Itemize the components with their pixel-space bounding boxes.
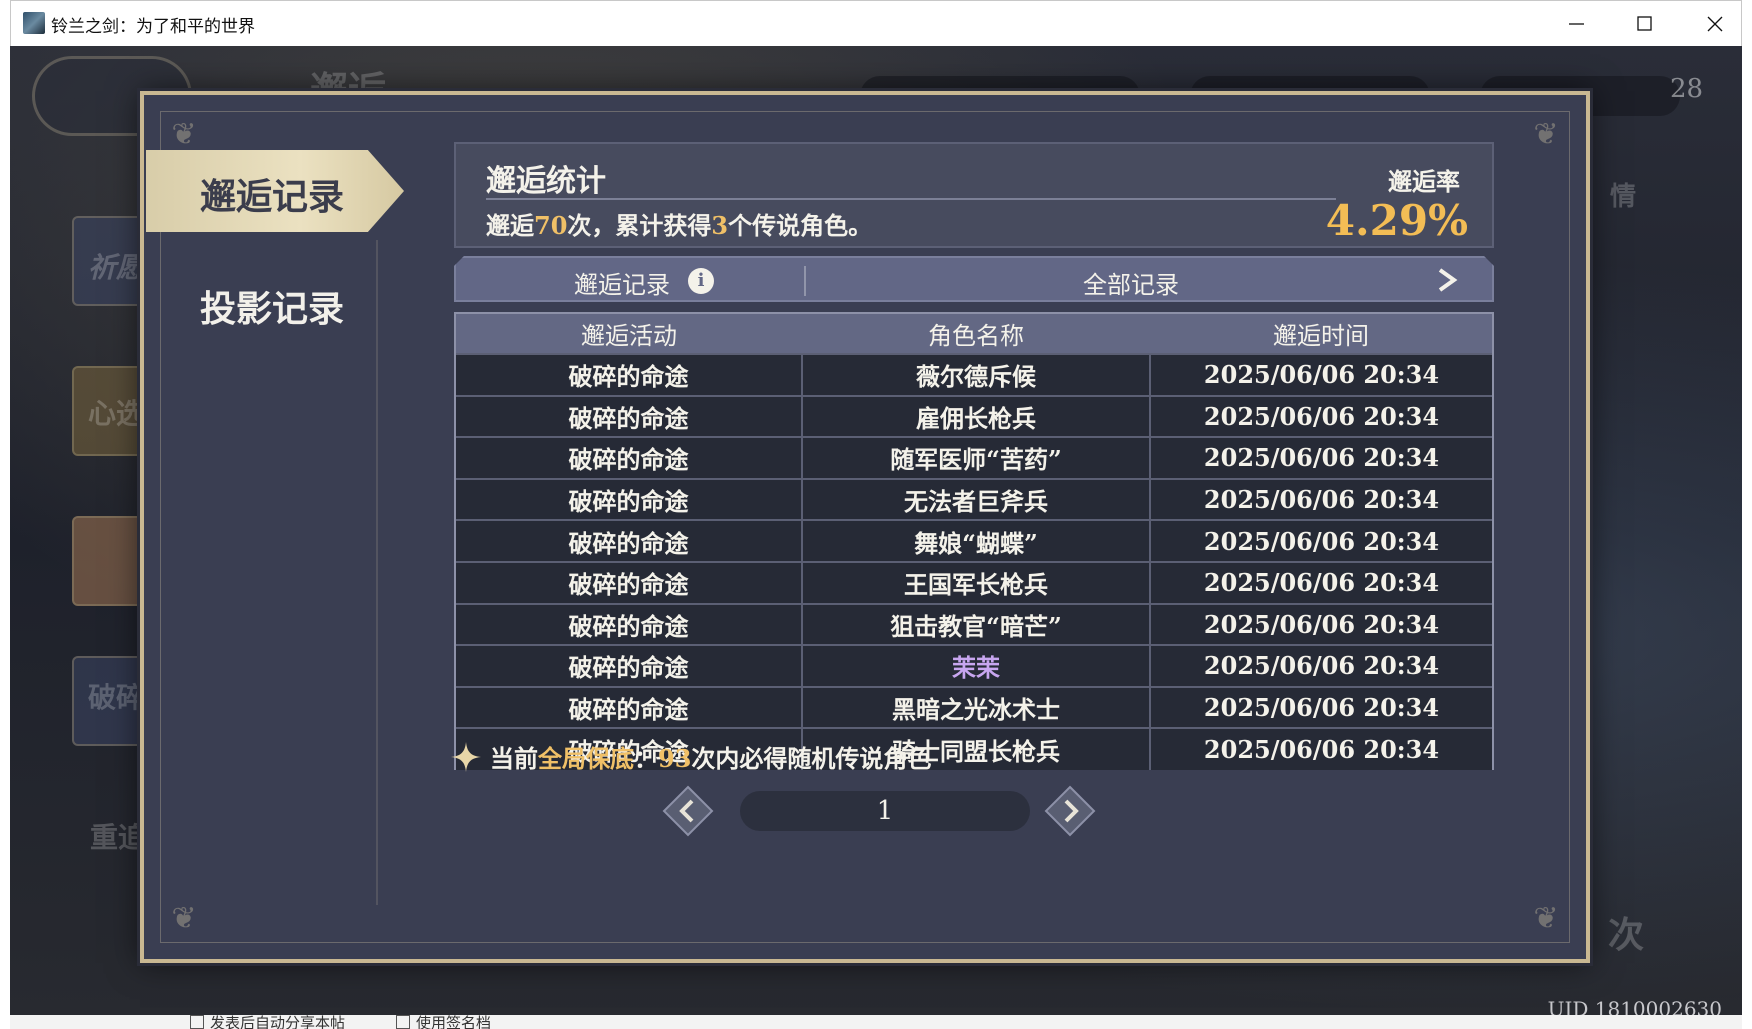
cell-time: 2025/06/06 20:34: [1149, 560, 1492, 604]
corner-ornament: ❦: [171, 117, 197, 152]
signature-option[interactable]: 使用签名档: [396, 1012, 491, 1029]
bg-currency-value: 28: [1670, 74, 1704, 104]
cell-character-name: 薇尔德斥候: [801, 353, 1150, 396]
tab-projection-records[interactable]: 投影记录: [200, 280, 344, 332]
minimize-icon: [1569, 23, 1584, 25]
gacha-history-dialog: ❦ ❦ ❦ ❦ 邂逅记录 投影记录 邂逅统计 邂逅70次，累计获得3个传说角色。…: [140, 91, 1590, 963]
rate-label: 邂逅率: [1388, 167, 1460, 196]
next-page-button[interactable]: [1044, 785, 1096, 837]
table-row: 破碎的命途 薇尔德斥候 2025/06/06 20:34: [456, 353, 1492, 396]
filter-label: 邂逅记录: [574, 271, 670, 299]
cell-time: 2025/06/06 20:34: [1149, 519, 1492, 562]
cell-activity: 破碎的命途: [456, 602, 802, 646]
rate-value: 4.29%: [1325, 196, 1468, 245]
table-row: 破碎的命途 黑暗之光冰术士 2025/06/06 20:34: [456, 685, 1492, 729]
stats-title: 邂逅统计: [486, 164, 606, 199]
info-icon[interactable]: i: [688, 268, 714, 294]
cell-character-name: 黑暗之光冰术士: [801, 685, 1150, 729]
encounter-count: 70: [534, 211, 568, 240]
records-table: 邂逅活动 角色名称 邂逅时间 破碎的命途 薇尔德斥候 2025/06/06 20…: [454, 312, 1494, 770]
bg-draw-label: 次: [1608, 914, 1645, 956]
cell-time: 2025/06/06 20:34: [1149, 644, 1492, 687]
tab-encounter-records[interactable]: 邂逅记录: [146, 150, 404, 232]
bg-banner-label: 祈愿: [88, 251, 145, 284]
cell-time: 2025/06/06 20:34: [1149, 477, 1492, 521]
cell-character-name: 王国军长枪兵: [801, 560, 1150, 604]
table-header-row: 邂逅活动 角色名称 邂逅时间: [456, 314, 1492, 354]
encounter-stats-panel: 邂逅统计 邂逅70次，累计获得3个传说角色。 邂逅率 4.29%: [454, 142, 1494, 248]
cell-character-name: 随军医师“苦药”: [801, 436, 1150, 479]
window-titlebar: 铃兰之剑：为了和平的世界: [10, 0, 1742, 46]
table-row: 破碎的命途 狙击教官“暗芒” 2025/06/06 20:34: [456, 602, 1492, 646]
minimize-button[interactable]: [1544, 1, 1610, 47]
cell-time: 2025/06/06 20:34: [1149, 685, 1492, 729]
auto-share-option[interactable]: 发表后自动分享本帖: [190, 1012, 345, 1029]
maximize-button[interactable]: [1612, 1, 1678, 47]
bg-side-label: 情: [1610, 182, 1637, 212]
filter-separator: [804, 266, 806, 296]
table-row: 破碎的命途 无法者巨斧兵 2025/06/06 20:34: [456, 477, 1492, 521]
cell-activity: 破碎的命途: [456, 394, 802, 438]
cell-time: 2025/06/06 20:34: [1149, 727, 1492, 770]
table-row: 破碎的命途 王国军长枪兵 2025/06/06 20:34: [456, 560, 1492, 604]
close-icon: [1707, 16, 1723, 32]
sparkle-icon: [451, 742, 481, 772]
table-row: 破碎的命途 舞娘“蝴蝶” 2025/06/06 20:34: [456, 519, 1492, 562]
chevron-right-icon[interactable]: [1436, 267, 1458, 293]
bg-banner-label: 心选: [88, 397, 145, 430]
record-filter-bar: 邂逅记录 i 全部记录: [454, 256, 1494, 302]
tab-label: 邂逅记录: [200, 176, 345, 218]
table-row: 破碎的命途 随军医师“苦药” 2025/06/06 20:34: [456, 436, 1492, 479]
legend-count: 3: [711, 211, 729, 240]
pity-type: 全局保底: [538, 744, 634, 773]
tab-divider: [376, 240, 378, 905]
corner-ornament: ❦: [171, 901, 197, 936]
prev-page-button[interactable]: [662, 785, 714, 837]
column-header-activity: 邂逅活动: [581, 322, 677, 350]
pity-count: 93: [658, 744, 692, 773]
cell-activity: 破碎的命途: [456, 644, 802, 687]
column-header-name: 角色名称: [928, 322, 1024, 350]
cell-activity: 破碎的命途: [456, 519, 802, 562]
cell-time: 2025/06/06 20:34: [1149, 353, 1492, 396]
cell-character-name: 茉茉: [801, 644, 1150, 687]
cell-character-name: 狙击教官“暗芒”: [801, 602, 1150, 646]
cell-activity: 破碎的命途: [456, 477, 802, 521]
app-icon: [23, 12, 45, 34]
page-number: 1: [740, 791, 1030, 831]
filter-dropdown[interactable]: 全部记录: [1083, 265, 1179, 300]
cell-time: 2025/06/06 20:34: [1149, 394, 1492, 438]
cell-activity: 破碎的命途: [456, 353, 802, 396]
bg-banner-label: 破碎: [88, 681, 145, 714]
cell-activity: 破碎的命途: [456, 436, 802, 479]
stats-divider: [486, 198, 1336, 200]
cell-activity: 破碎的命途: [456, 685, 802, 729]
stats-description: 邂逅70次，累计获得3个传说角色。: [486, 211, 873, 240]
close-button[interactable]: [1682, 1, 1748, 47]
table-row: 破碎的命途 雇佣长枪兵 2025/06/06 20:34: [456, 394, 1492, 438]
column-header-time: 邂逅时间: [1273, 322, 1369, 350]
bg-banner-label: 重追: [90, 821, 147, 854]
cell-time: 2025/06/06 20:34: [1149, 602, 1492, 646]
cell-character-name: 雇佣长枪兵: [801, 394, 1150, 438]
cell-character-name: 舞娘“蝴蝶”: [801, 519, 1150, 562]
table-row: 破碎的命途 茉茉 2025/06/06 20:34: [456, 644, 1492, 687]
window-title: 铃兰之剑：为了和平的世界: [51, 17, 255, 37]
corner-ornament: ❦: [1533, 901, 1559, 936]
corner-ornament: ❦: [1533, 117, 1559, 152]
maximize-icon: [1637, 16, 1652, 31]
cell-character-name: 无法者巨斧兵: [801, 477, 1150, 521]
cell-time: 2025/06/06 20:34: [1149, 436, 1492, 479]
pity-info: 当前全局保底：93次内必得随机传说角色: [490, 744, 932, 773]
cell-activity: 破碎的命途: [456, 560, 802, 604]
